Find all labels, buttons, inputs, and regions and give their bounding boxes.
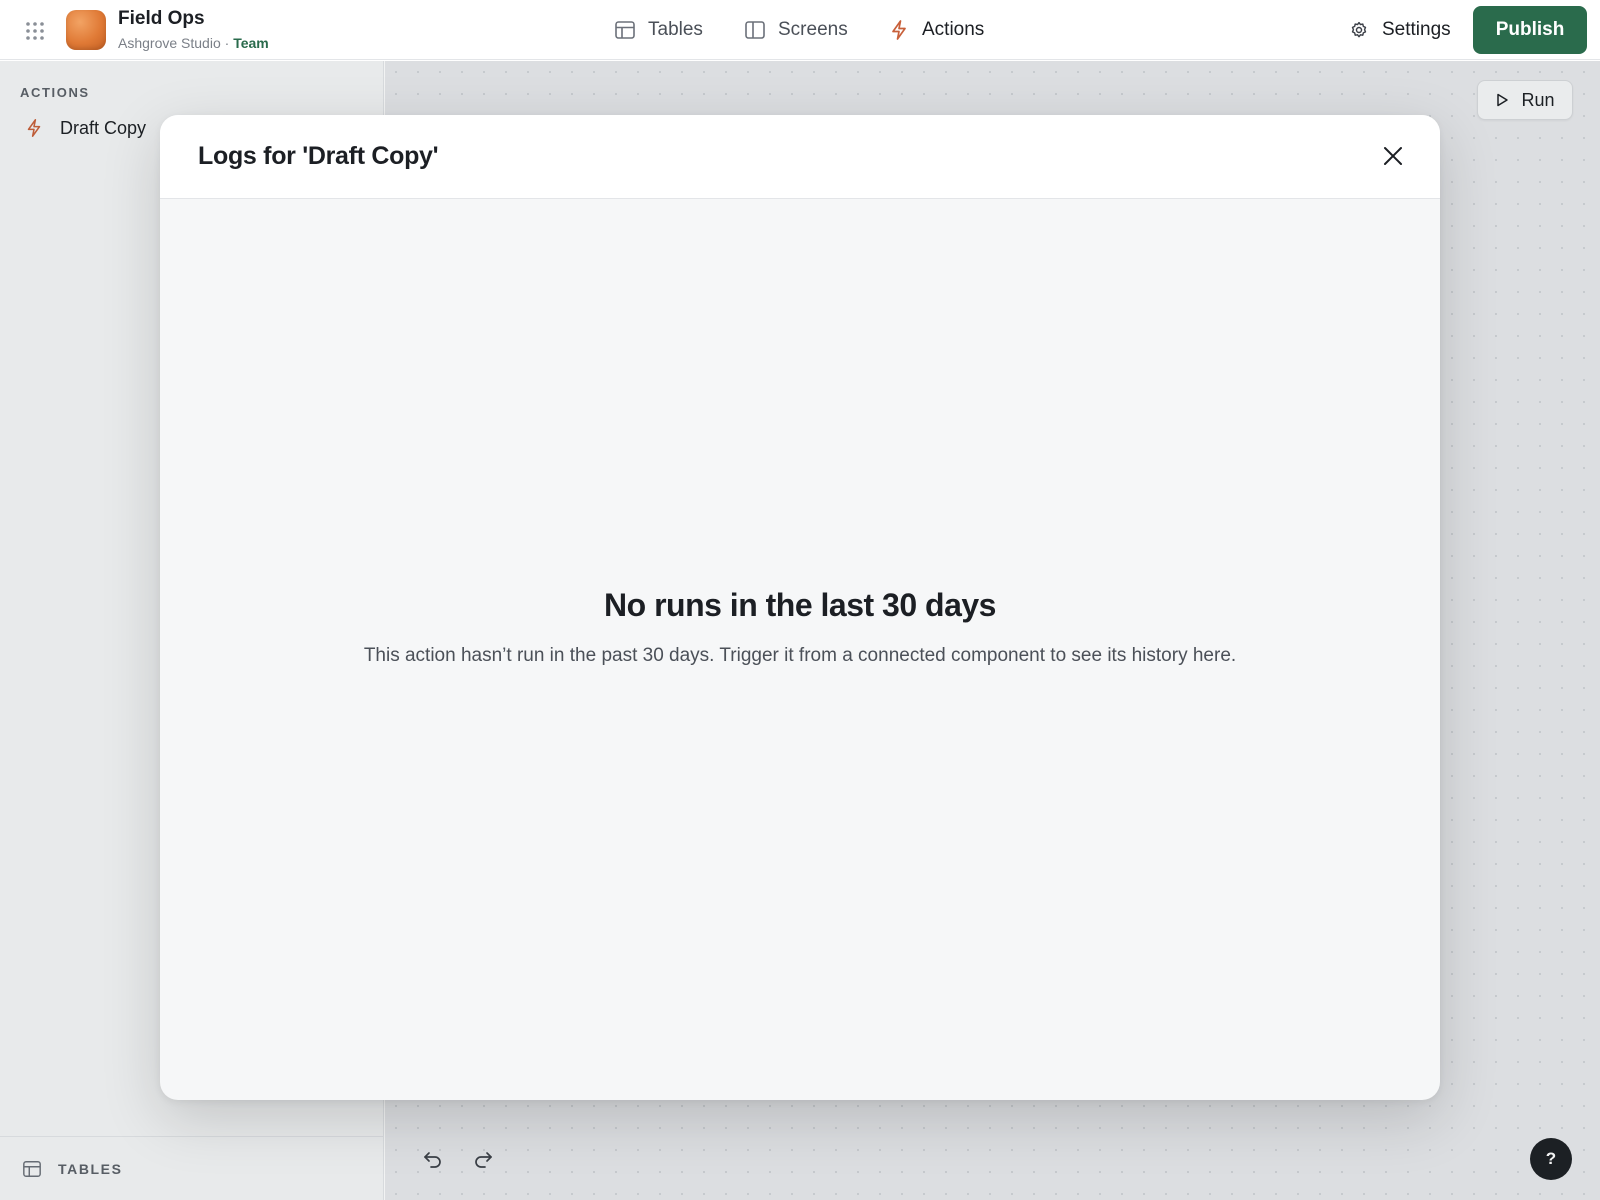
settings-label: Settings xyxy=(1382,19,1451,40)
screens-icon xyxy=(745,21,765,39)
app-subtitle: Ashgrove Studio · Team xyxy=(118,35,269,51)
lightning-icon xyxy=(892,20,906,40)
tab-tables[interactable]: Tables xyxy=(614,0,703,60)
apps-grid-icon[interactable] xyxy=(24,20,46,42)
tab-actions[interactable]: Actions xyxy=(888,0,984,60)
subtitle-separator: · xyxy=(220,35,234,51)
tab-actions-label: Actions xyxy=(922,19,985,40)
empty-state-description: This action hasn’t run in the past 30 da… xyxy=(363,645,1237,666)
close-icon xyxy=(1384,147,1402,165)
tab-screens[interactable]: Screens xyxy=(744,0,848,60)
table-icon xyxy=(615,21,635,39)
empty-state-title: No runs in the last 30 days xyxy=(604,587,996,623)
gear-icon xyxy=(1351,21,1367,38)
app-title: Field Ops xyxy=(118,8,205,29)
modal-header: Logs for 'Draft Copy' xyxy=(160,115,1440,199)
logs-modal: Logs for 'Draft Copy' No runs in the las… xyxy=(160,115,1440,1100)
tab-screens-label: Screens xyxy=(778,19,848,40)
modal-title: Logs for 'Draft Copy' xyxy=(198,142,439,170)
close-button[interactable] xyxy=(1378,141,1408,171)
settings-button[interactable]: Settings xyxy=(1350,0,1451,60)
app-logo xyxy=(66,10,106,50)
tab-tables-label: Tables xyxy=(648,19,703,40)
top-bar: Field Ops Ashgrove Studio · Team Tables … xyxy=(0,0,1600,68)
publish-button[interactable]: Publish xyxy=(1473,6,1587,54)
plan-badge: Team xyxy=(233,35,269,51)
workspace-name: Ashgrove Studio xyxy=(118,35,221,51)
